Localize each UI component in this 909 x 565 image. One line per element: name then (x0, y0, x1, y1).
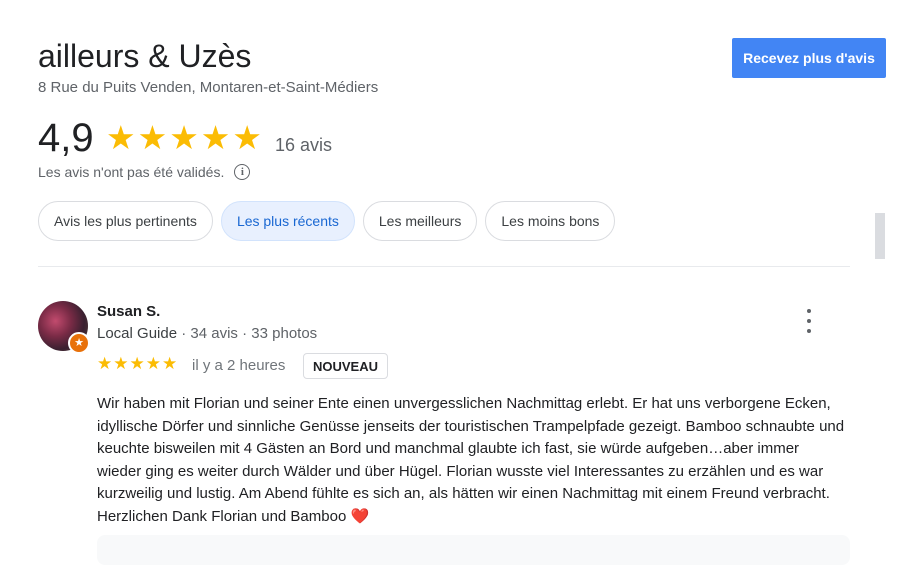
reviewer-meta: Local Guide · 34 avis · 33 photos (97, 325, 317, 342)
star-icon: ★ (169, 119, 199, 156)
chip-most-recent[interactable]: Les plus récents (220, 201, 355, 241)
owner-reply-box (97, 535, 850, 565)
chip-highest[interactable]: Les meilleurs (362, 201, 478, 241)
place-title: ailleurs & Uzès (38, 38, 252, 74)
star-icon: ★ (232, 119, 262, 156)
review-text: Wir haben mit Florian und seiner Ente ei… (97, 393, 847, 529)
heart-emoji: ❤️ (350, 507, 370, 525)
star-icon: ★ (129, 354, 145, 373)
place-address: 8 Rue du Puits Venden, Montaren-et-Saint… (38, 79, 379, 96)
reviewer-reviews-count: 34 avis (190, 325, 238, 342)
info-icon[interactable]: i (234, 164, 251, 180)
meta-separator: · (242, 325, 248, 342)
star-icon: ★ (200, 119, 231, 156)
star-icon: ★ (97, 354, 113, 373)
local-guide-badge-icon: ★ (68, 332, 90, 354)
reviewer-photos-count: 33 photos (251, 325, 318, 342)
rating-score: 4,9 (38, 116, 94, 160)
rating-stars: ★ ★ ★ ★ ★ (106, 120, 262, 156)
review-body: Wir haben mit Florian und seiner Ente ei… (97, 395, 845, 525)
reviewer-name[interactable]: Susan S. (97, 303, 160, 320)
meta-separator: · (181, 325, 187, 342)
review-stars: ★ ★ ★ ★ ★ (97, 355, 177, 373)
star-icon: ★ (106, 119, 136, 156)
more-vert-icon[interactable] (800, 309, 818, 333)
star-icon: ★ (137, 119, 168, 156)
reviews-count: 16 avis (275, 135, 333, 155)
chip-lowest[interactable]: Les moins bons (485, 201, 616, 241)
local-guide-label: Local Guide (97, 325, 178, 342)
validation-disclaimer: Les avis n'ont pas été validés. i (38, 164, 251, 180)
chip-most-relevant[interactable]: Avis les plus pertinents (38, 201, 213, 241)
star-icon: ★ (162, 354, 178, 373)
scrollbar-thumb[interactable] (875, 213, 885, 259)
star-icon: ★ (145, 354, 161, 373)
divider (38, 266, 850, 267)
disclaimer-text: Les avis n'ont pas été validés. (38, 164, 225, 180)
new-badge: NOUVEAU (303, 353, 389, 379)
review-time: il y a 2 heures (192, 357, 286, 374)
get-more-reviews-button[interactable]: Recevez plus d'avis (732, 38, 886, 78)
star-icon: ★ (113, 354, 129, 373)
review-sort-chips: Avis les plus pertinents Les plus récent… (38, 201, 616, 241)
